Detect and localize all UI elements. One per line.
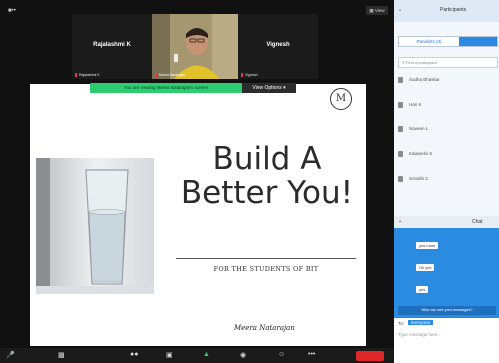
- tile-name: Vignesh: [266, 42, 290, 48]
- tab-panelists[interactable]: Panelists (3): [399, 37, 459, 46]
- person-icon: [398, 77, 403, 83]
- record-icon[interactable]: ◉: [240, 351, 246, 359]
- chat-title: Chat: [472, 219, 483, 225]
- tile-tag: Meera Natarajan: [155, 73, 185, 77]
- list-item[interactable]: Srinidhi C: [398, 176, 496, 188]
- chat-composer: To: Everyone Type message here...: [394, 318, 499, 363]
- water-glass-image: [36, 158, 154, 294]
- screen-share-banner: You are viewing Meera Natarajan's screen: [90, 83, 242, 93]
- participant-tile-1[interactable]: Rajalashmi K Rajalashmi K: [72, 14, 152, 79]
- person-icon: [398, 126, 403, 132]
- logo-icon: M: [330, 88, 352, 110]
- panel-title: Participants: [440, 7, 467, 13]
- tab-attendees[interactable]: [459, 37, 497, 46]
- chevron-down-icon: ▾: [283, 85, 286, 91]
- video-icon[interactable]: ▩: [58, 351, 65, 359]
- grid-icon: ▦: [369, 8, 374, 13]
- slide-title: Build A Better You!: [180, 141, 354, 211]
- tile-tag: Vignesh: [241, 73, 258, 77]
- chat-input[interactable]: Type message here...: [398, 332, 441, 337]
- view-button[interactable]: ▦ View: [366, 6, 388, 15]
- tile-tag: Rajalashmi K: [75, 73, 100, 77]
- share-screen-icon[interactable]: ▲: [203, 351, 210, 358]
- slide-divider: [176, 258, 356, 259]
- end-meeting-button[interactable]: [356, 351, 384, 361]
- more-icon[interactable]: •••: [308, 351, 315, 358]
- security-icon[interactable]: ■••: [8, 8, 16, 14]
- participant-tile-2[interactable]: Meera Natarajan: [152, 14, 238, 79]
- view-options-button[interactable]: View Options ▾: [242, 83, 296, 93]
- search-participant-input[interactable]: ⚲ Find a participant: [398, 57, 498, 68]
- participant-tabs: Panelists (3): [398, 36, 498, 47]
- chat-message: Ok yes: [416, 264, 435, 271]
- presenter-video: [152, 14, 238, 79]
- shared-screen-slide: M Build A Better You! FOR THE STUDENTS O…: [30, 84, 366, 346]
- person-icon: [398, 102, 403, 108]
- list-item[interactable]: Sudha Bhaskar: [398, 77, 496, 89]
- reactions-icon[interactable]: ☺: [278, 351, 285, 358]
- mute-icon[interactable]: 🎤: [6, 351, 15, 359]
- person-icon: [398, 176, 403, 182]
- chat-message: yes mam: [416, 242, 439, 249]
- participants-icon[interactable]: ●●: [130, 351, 138, 358]
- slide-signature: Meera Natarajan: [234, 324, 295, 332]
- list-item[interactable]: Kalaiselvi S: [398, 151, 496, 163]
- tile-name: Rajalashmi K: [93, 42, 131, 48]
- muted-mic-icon: [241, 73, 243, 77]
- chat-notice: Who can see your messages?: [398, 306, 496, 315]
- list-item[interactable]: Hari K: [398, 102, 496, 114]
- participant-tile-3[interactable]: Vignesh Vignesh: [238, 14, 318, 79]
- chat-message: yes: [416, 286, 429, 293]
- chevron-down-icon[interactable]: ⌄: [398, 7, 402, 13]
- chevron-down-icon[interactable]: ⌄: [398, 218, 402, 224]
- chat-icon[interactable]: ▣: [166, 351, 173, 359]
- chat-header: ⌄ Chat: [394, 216, 499, 228]
- muted-mic-icon: [155, 73, 157, 77]
- slide-subtitle: FOR THE STUDENTS OF BIT: [213, 265, 319, 273]
- to-label: To:: [398, 321, 405, 326]
- list-item[interactable]: Naveen L: [398, 126, 496, 138]
- muted-mic-icon: [75, 73, 77, 77]
- person-icon: [398, 151, 403, 157]
- recipient-select[interactable]: Everyone: [408, 320, 434, 325]
- search-icon: ⚲: [402, 60, 405, 65]
